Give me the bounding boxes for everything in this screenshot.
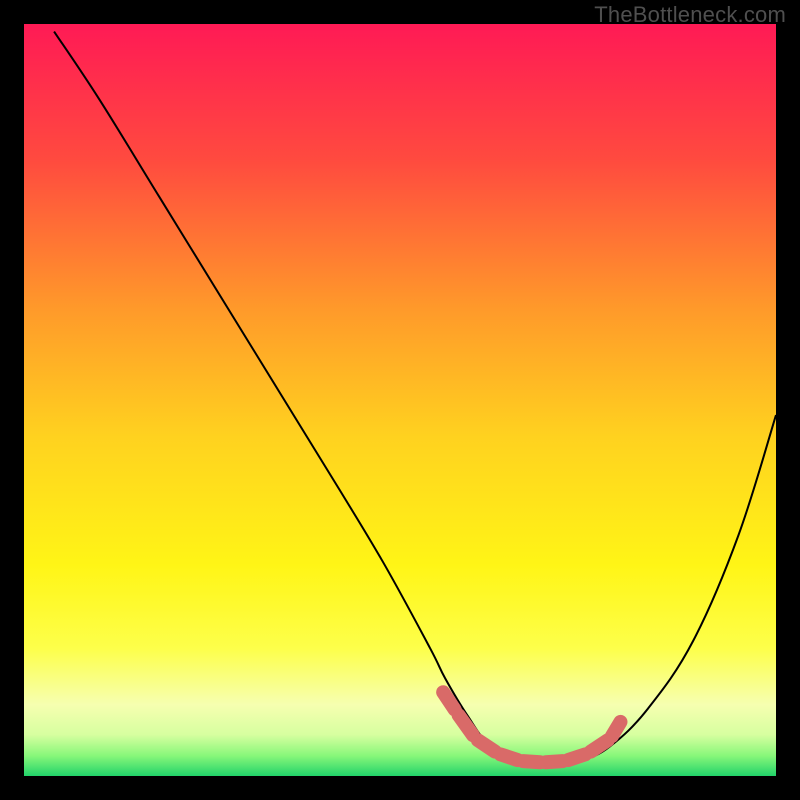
highlight-segment: [478, 740, 495, 751]
highlight-segment: [591, 740, 608, 751]
highlight-segment: [523, 761, 540, 762]
highlight-segment: [568, 754, 585, 760]
chart-frame: TheBottleneck.com: [0, 0, 800, 800]
highlight-segment: [500, 754, 517, 760]
highlight-segment: [546, 761, 563, 762]
watermark-text: TheBottleneck.com: [594, 2, 786, 28]
gradient-background: [24, 24, 776, 776]
chart-svg: [24, 24, 776, 776]
highlight-segment: [612, 722, 621, 736]
highlight-segment: [443, 692, 454, 709]
chart-plot-area: [24, 24, 776, 776]
